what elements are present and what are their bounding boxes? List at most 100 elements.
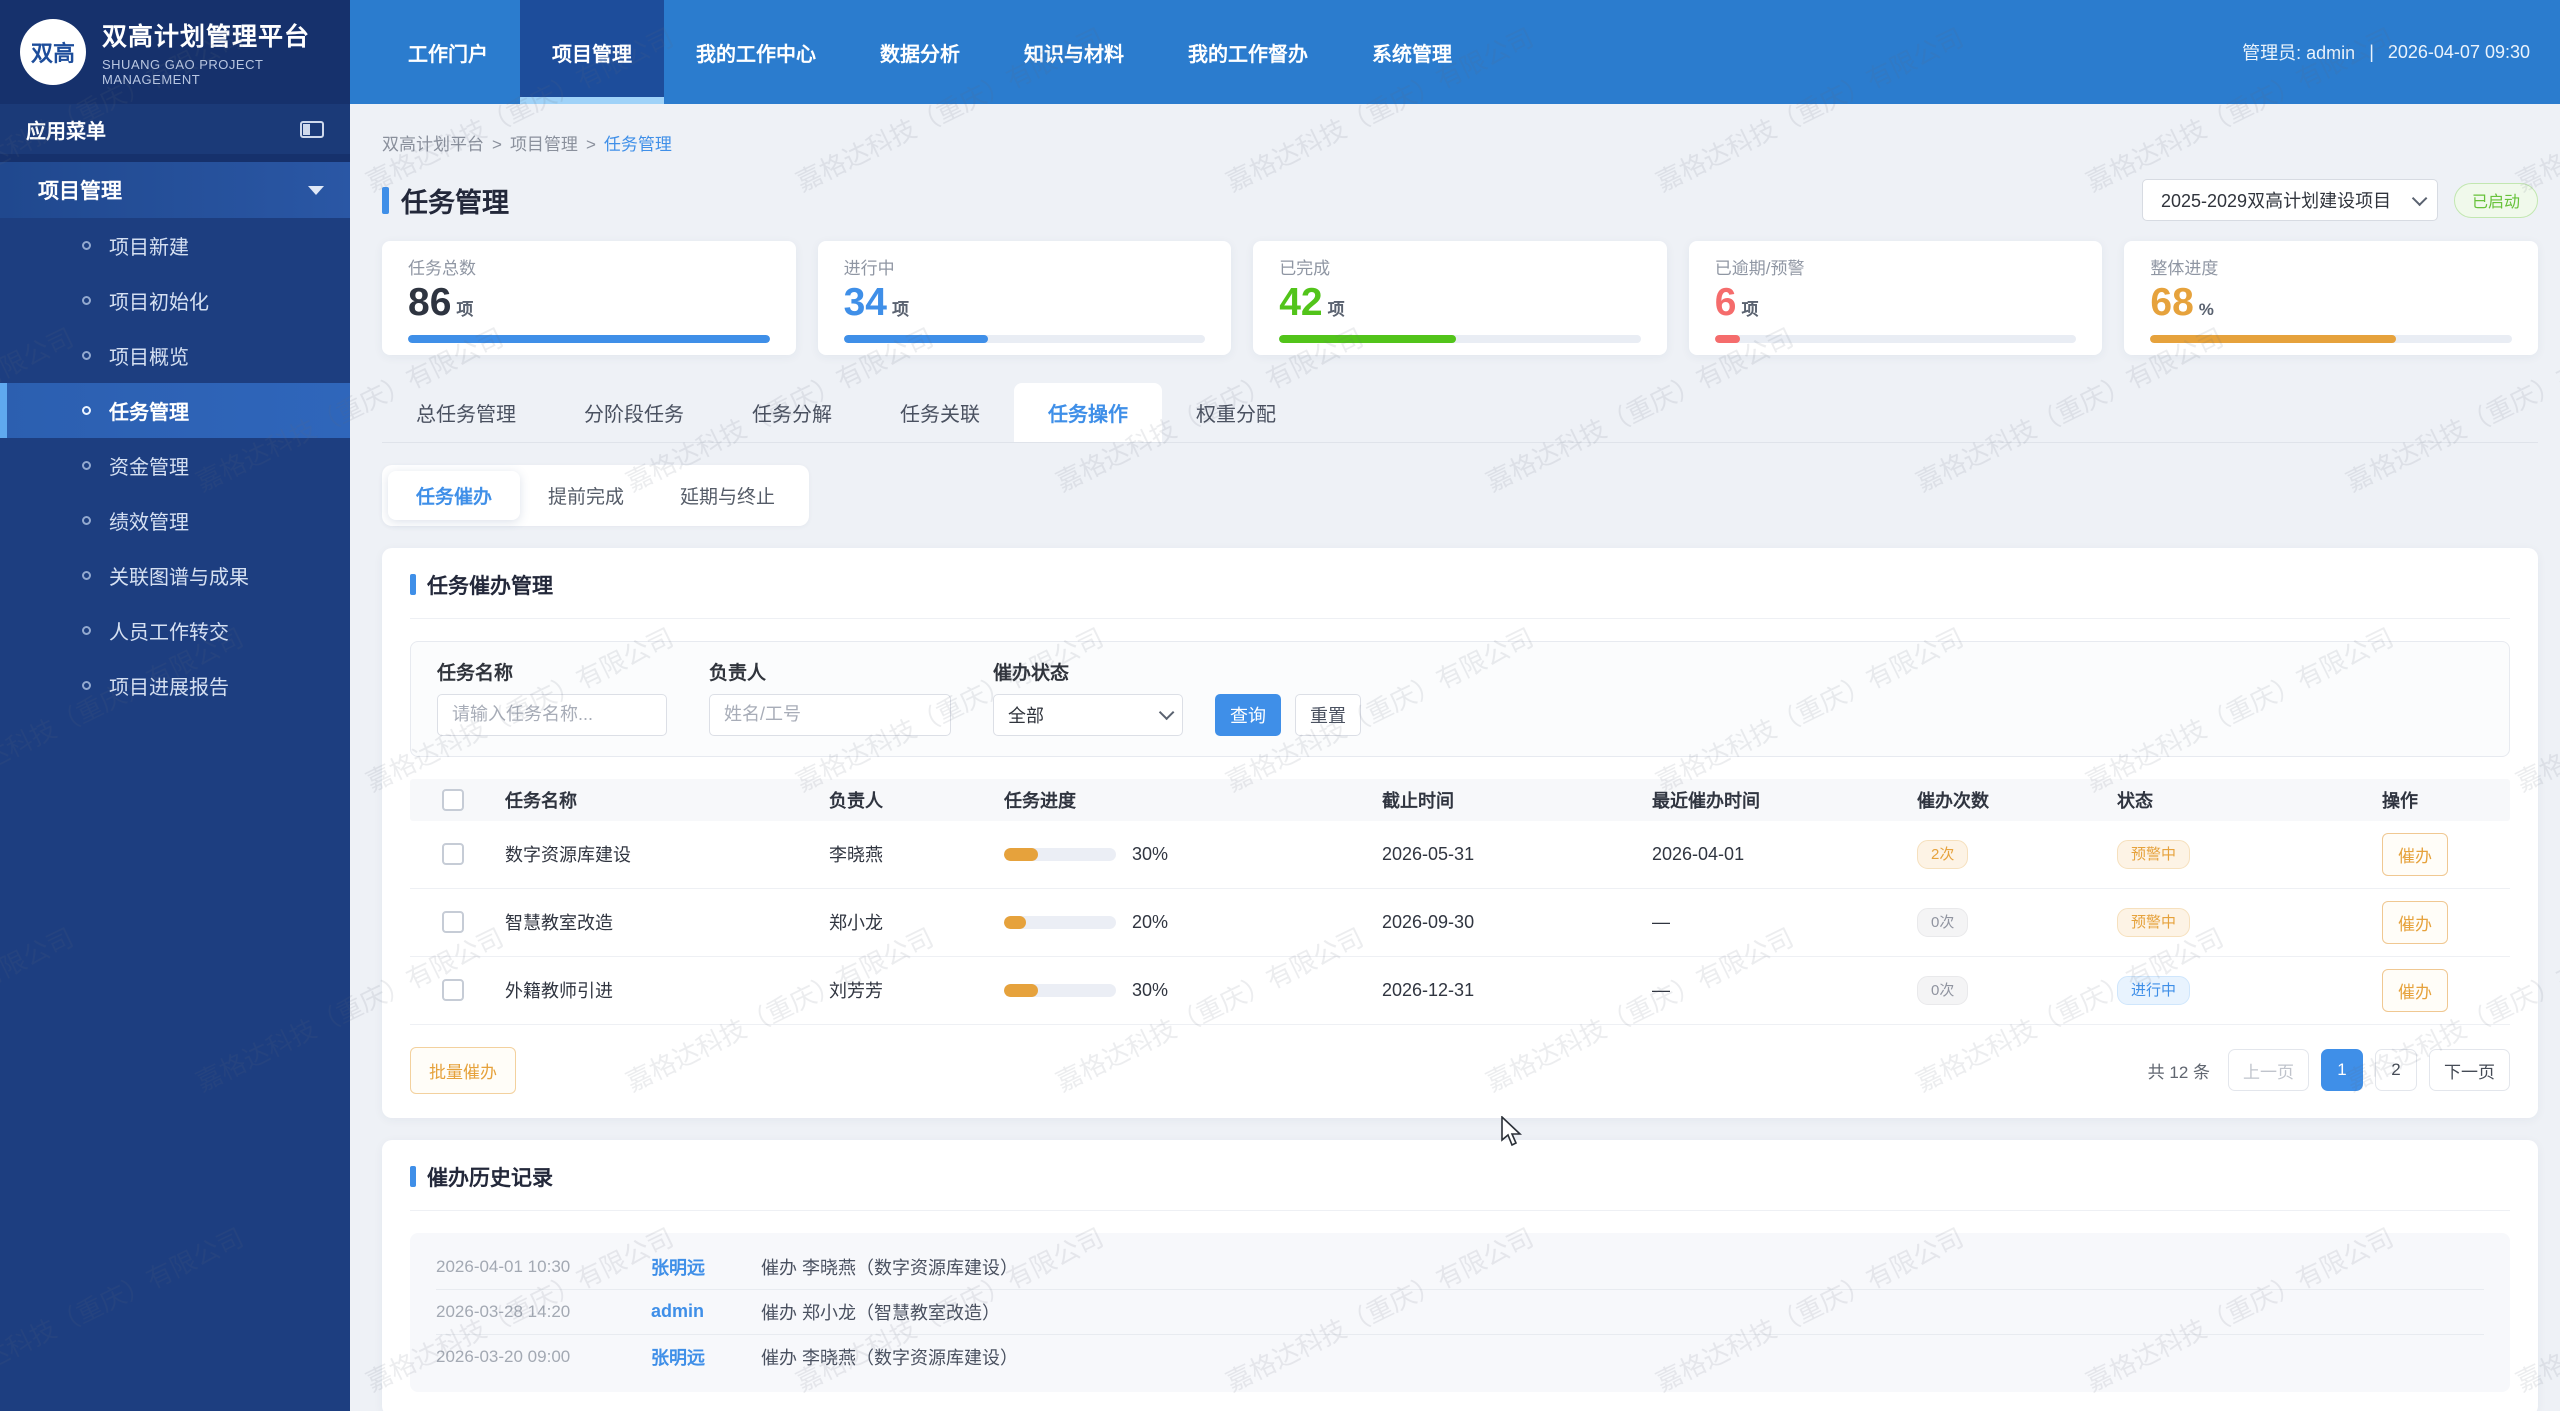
tab-权重分配[interactable]: 权重分配: [1162, 383, 1310, 442]
task-name-cell: 数字资源库建设: [505, 845, 631, 866]
row-progress-track: [1004, 847, 1116, 861]
chevron-down-icon: [2411, 190, 2428, 206]
urge-count-badge: 2次: [1917, 839, 1969, 869]
stat-card: 已完成 42 项: [1253, 241, 1667, 355]
sidebar-item-项目新建[interactable]: 项目新建: [0, 218, 350, 273]
history-user[interactable]: admin: [651, 1301, 761, 1322]
history-user[interactable]: 张明远: [651, 1254, 761, 1280]
stat-card: 整体进度 68 %: [2124, 241, 2538, 355]
task-name-label: 任务名称: [437, 662, 514, 684]
breadcrumb-root[interactable]: 双高计划平台: [382, 135, 484, 154]
sidebar: 双高 双高计划管理平台 SHUANG GAO PROJECT MANAGEMEN…: [0, 0, 350, 1411]
top-nav-item-项目管理[interactable]: 项目管理: [520, 0, 664, 104]
page-button-2[interactable]: 2: [2375, 1049, 2417, 1092]
subtab-任务催办[interactable]: 任务催办: [388, 470, 521, 520]
section-accent-bar: [410, 574, 416, 596]
stat-label: 任务总数: [408, 259, 476, 278]
sidebar-item-关联图谱与成果[interactable]: 关联图谱与成果: [0, 548, 350, 603]
project-status-badge: 已启动: [2453, 182, 2538, 218]
tab-任务关联[interactable]: 任务关联: [866, 383, 1014, 442]
sidebar-item-绩效管理[interactable]: 绩效管理: [0, 493, 350, 548]
history-time: 2026-03-20 09:00: [436, 1347, 571, 1367]
history-action: 催办 李晓燕（数字资源库建设）: [761, 1257, 1018, 1278]
top-nav-item-知识与材料[interactable]: 知识与材料: [992, 0, 1156, 104]
subtab-提前完成[interactable]: 提前完成: [520, 471, 652, 520]
select-all-checkbox[interactable]: [441, 788, 464, 811]
owner-input[interactable]: [709, 693, 951, 736]
urge-button[interactable]: 催办: [2382, 968, 2448, 1012]
top-nav-item-我的工作督办[interactable]: 我的工作督办: [1156, 0, 1340, 104]
stat-progress-track: [843, 334, 1206, 343]
sidebar-item-人员工作转交[interactable]: 人员工作转交: [0, 603, 350, 658]
tab-分阶段任务[interactable]: 分阶段任务: [550, 383, 718, 442]
tab-任务操作[interactable]: 任务操作: [1014, 382, 1162, 442]
bullet-icon: [82, 461, 91, 470]
top-nav-item-数据分析[interactable]: 数据分析: [848, 0, 992, 104]
sidebar-item-资金管理[interactable]: 资金管理: [0, 438, 350, 493]
table-row: 数字资源库建设 李晓燕 30% 2026-05-31 2026-04-01 2次…: [410, 821, 2510, 889]
tab-总任务管理[interactable]: 总任务管理: [382, 383, 550, 442]
search-button[interactable]: 查询: [1215, 693, 1281, 736]
tabs-row: 总任务管理 分阶段任务 任务分解 任务关联 任务操作 权重分配: [382, 382, 2538, 443]
row-checkbox[interactable]: [441, 843, 464, 866]
stat-label: 已逾期/预警: [1714, 259, 1805, 278]
stat-label: 整体进度: [2150, 259, 2219, 278]
stat-progress-fill: [408, 334, 770, 343]
project-select[interactable]: 2025-2029双高计划建设项目: [2141, 179, 2438, 221]
row-progress-fill: [1004, 915, 1027, 929]
reset-button[interactable]: 重置: [1295, 693, 1361, 736]
sidebar-item-label: 绩效管理: [109, 512, 189, 534]
stat-value: 42: [1279, 281, 1323, 324]
last-urged-cell: —: [1652, 979, 1670, 1000]
stat-progress-fill: [1714, 334, 1741, 343]
task-name-input[interactable]: [437, 693, 667, 736]
top-nav-item-工作门户[interactable]: 工作门户: [376, 0, 520, 104]
collapse-sidebar-icon[interactable]: [300, 120, 324, 138]
bullet-icon: [82, 516, 91, 525]
col-urge-count: 催办次数: [1917, 790, 1989, 811]
bullet-icon: [82, 571, 91, 580]
tab-任务分解[interactable]: 任务分解: [718, 383, 866, 442]
progress-cell: 20%: [1004, 912, 1382, 933]
row-checkbox[interactable]: [441, 911, 464, 934]
stat-unit: 项: [1327, 300, 1345, 319]
sidebar-item-项目概览[interactable]: 项目概览: [0, 328, 350, 383]
owner-cell: 李晓燕: [829, 845, 883, 866]
urge-status-select[interactable]: 全部: [993, 693, 1183, 736]
urge-button[interactable]: 催办: [2382, 832, 2448, 876]
next-page-button[interactable]: 下一页: [2429, 1049, 2510, 1092]
urge-button[interactable]: 催办: [2382, 900, 2448, 944]
status-badge: 预警中: [2117, 839, 2191, 869]
top-nav-item-我的工作中心[interactable]: 我的工作中心: [664, 0, 848, 104]
sidebar-item-项目初始化[interactable]: 项目初始化: [0, 273, 350, 328]
batch-urge-button[interactable]: 批量催办: [410, 1046, 516, 1094]
col-progress: 任务进度: [1004, 790, 1076, 811]
top-navigation: 工作门户 项目管理 我的工作中心 数据分析 知识与材料 我的工作督办 系统管理 …: [350, 0, 2560, 104]
app-title: 双高计划管理平台: [102, 23, 311, 51]
sidebar-item-任务管理[interactable]: 任务管理: [0, 383, 350, 438]
stat-progress-track: [1714, 334, 2077, 343]
admin-label: 管理员: admin: [2242, 43, 2356, 63]
stat-progress-track: [2150, 334, 2512, 343]
history-user[interactable]: 张明远: [651, 1344, 761, 1370]
owner-cell: 郑小龙: [829, 913, 883, 934]
top-nav-item-系统管理[interactable]: 系统管理: [1340, 0, 1484, 104]
top-nav-items: 工作门户 项目管理 我的工作中心 数据分析 知识与材料 我的工作督办 系统管理: [376, 0, 1484, 104]
row-checkbox[interactable]: [441, 979, 464, 1002]
task-name-cell: 外籍教师引进: [505, 981, 613, 1002]
stat-unit: %: [2198, 300, 2214, 319]
table-row: 智慧教室改造 郑小龙 20% 2026-09-30 — 0次 预警中 催办: [410, 889, 2510, 957]
sidebar-group-project-management[interactable]: 项目管理: [0, 162, 350, 218]
sidebar-item-label: 项目新建: [109, 237, 189, 259]
subtab-延期与终止[interactable]: 延期与终止: [652, 471, 803, 520]
prev-page-button[interactable]: 上一页: [2228, 1049, 2309, 1092]
last-urged-cell: 2026-04-01: [1652, 843, 1745, 864]
page-button-1[interactable]: 1: [2321, 1049, 2363, 1092]
subtabs-row: 任务催办 提前完成 延期与终止: [382, 464, 2538, 526]
breadcrumb-parent[interactable]: 项目管理: [510, 135, 578, 154]
sidebar-item-项目进展报告[interactable]: 项目进展报告: [0, 658, 350, 713]
history-panel: 2026-04-01 10:30 张明远 催办 李晓燕（数字资源库建设） 202…: [410, 1232, 2510, 1392]
pagination: 共 12 条 上一页 12 下一页: [2148, 1049, 2510, 1092]
sidebar-item-label: 人员工作转交: [109, 622, 229, 644]
row-progress-track: [1004, 915, 1116, 929]
